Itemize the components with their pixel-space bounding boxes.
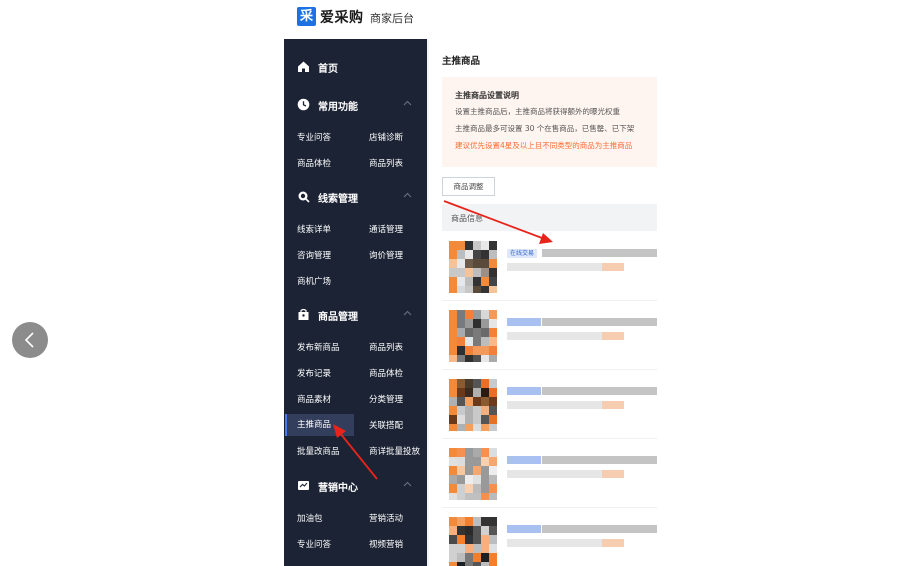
sidebar-item-consult-management[interactable]: 咨询管理 — [297, 245, 331, 267]
blurred-tag — [507, 387, 541, 395]
product-thumbnail — [449, 379, 497, 431]
page-title: 主推商品 — [442, 56, 481, 67]
sidebar-item-product-material[interactable]: 商品素材 — [297, 389, 331, 411]
blurred-product-text — [542, 525, 657, 533]
chevron-up-icon — [403, 481, 412, 487]
section-label: 商品管理 — [318, 312, 358, 323]
section-label: 常用功能 — [318, 102, 358, 113]
notice-line: 主推商品最多可设置 30 个在售商品，已售罄、已下架 — [455, 124, 635, 133]
blurred-product-text — [542, 249, 657, 257]
bag-icon — [298, 308, 309, 320]
clock-icon — [297, 98, 310, 111]
sidebar-item-video-marketing[interactable]: 视频营销 — [369, 534, 403, 556]
table-row[interactable] — [442, 442, 657, 508]
sidebar-item-call-management[interactable]: 通话管理 — [369, 219, 403, 241]
sidebar-item-home[interactable]: 首页 — [284, 56, 427, 78]
content-panel: 主推商品 主推商品设置说明 设置主推商品后，主推商品将获得额外的曝光权重 主推商… — [429, 39, 657, 566]
notice-box: 主推商品设置说明 设置主推商品后，主推商品将获得额外的曝光权重 主推商品最多可设… — [442, 77, 657, 167]
blurred-product-text — [542, 318, 657, 326]
sidebar-item-publish-records[interactable]: 发布记录 — [297, 363, 331, 385]
table-row[interactable] — [442, 373, 657, 439]
online-trade-tag: 在线交易 — [507, 249, 538, 258]
sidebar-section-products[interactable]: 商品管理 — [284, 304, 427, 326]
section-label: 营销中心 — [318, 483, 358, 494]
sidebar-item-product-list-2[interactable]: 商品列表 — [369, 337, 403, 359]
blurred-tag — [507, 525, 541, 533]
sidebar-item-product-check-2[interactable]: 商品体检 — [369, 363, 403, 385]
sidebar-item-batch-edit[interactable]: 批量改商品 — [297, 441, 340, 463]
table-header: 商品信息 — [442, 204, 657, 231]
blurred-product-text — [602, 401, 624, 409]
blurred-product-text — [602, 539, 624, 547]
blurred-product-text — [507, 332, 607, 340]
sidebar-item-featured-products[interactable]: 主推商品 — [285, 414, 354, 436]
brand-name: 爱采购 — [320, 10, 364, 26]
sidebar-item-marketing-activity[interactable]: 营销活动 — [369, 508, 403, 530]
table-row[interactable]: 在线交易 — [442, 235, 657, 301]
product-thumbnail — [449, 241, 497, 293]
sidebar-section-common[interactable]: 常用功能 — [284, 94, 427, 116]
blurred-product-text — [507, 263, 607, 271]
notice-title: 主推商品设置说明 — [455, 91, 519, 100]
sidebar-item-qa[interactable]: 专业问答 — [297, 127, 331, 149]
section-label: 线索管理 — [318, 194, 358, 205]
chevron-up-icon — [403, 192, 412, 198]
product-thumbnail — [449, 448, 497, 500]
notice-line: 设置主推商品后，主推商品将获得额外的曝光权重 — [455, 107, 620, 116]
notice-warning-line: 建议优先设置4星及以上且不同类型的商品为主推商品 — [455, 141, 633, 150]
sidebar-item-qa-2[interactable]: 专业问答 — [297, 534, 331, 556]
top-header: 采 爱采购 商家后台 — [284, 0, 657, 39]
table-header-product-info: 商品信息 — [451, 214, 483, 223]
home-icon — [298, 61, 309, 72]
blurred-product-text — [507, 539, 607, 547]
sidebar-item-inquiry-management[interactable]: 询价管理 — [369, 245, 403, 267]
blurred-tag — [507, 456, 541, 464]
product-thumbnail — [449, 310, 497, 362]
blurred-product-text — [602, 470, 624, 478]
sidebar-item-fuel-pack[interactable]: 加油包 — [297, 508, 323, 530]
sidebar-item-product-check[interactable]: 商品体检 — [297, 153, 331, 175]
blurred-product-text — [507, 470, 607, 478]
search-icon — [298, 191, 310, 203]
screen: 采 爱采购 商家后台 首页 常用功能 专业问答 店铺诊断 商品体检 商品列表 线… — [0, 0, 923, 566]
sidebar-item-category-management[interactable]: 分类管理 — [369, 389, 403, 411]
blurred-product-text — [542, 456, 657, 464]
sidebar-item-product-list[interactable]: 商品列表 — [369, 153, 403, 175]
chevron-up-icon — [403, 100, 412, 106]
sidebar-item-opportunity-square[interactable]: 商机广场 — [297, 271, 331, 293]
sidebar-item-related-match[interactable]: 关联搭配 — [369, 415, 403, 437]
sidebar: 首页 常用功能 专业问答 店铺诊断 商品体检 商品列表 线索管理 线索详单 通话… — [284, 39, 427, 566]
blurred-tag — [507, 318, 541, 326]
blurred-product-text — [602, 263, 624, 271]
header-subtitle: 商家后台 — [370, 12, 414, 25]
product-thumbnail — [449, 517, 497, 566]
chevron-left-icon — [24, 332, 34, 348]
sidebar-section-marketing[interactable]: 营销中心 — [284, 475, 427, 497]
sidebar-item-lead-details[interactable]: 线索详单 — [297, 219, 331, 241]
chart-icon — [298, 481, 309, 490]
chevron-up-icon — [403, 310, 412, 316]
table-row[interactable] — [442, 304, 657, 370]
sidebar-section-leads[interactable]: 线索管理 — [284, 186, 427, 208]
sidebar-home-label: 首页 — [318, 64, 338, 75]
sidebar-item-shop-diagnosis[interactable]: 店铺诊断 — [369, 127, 403, 149]
blurred-product-text — [542, 387, 657, 395]
blurred-product-text — [507, 401, 607, 409]
main-content: 主推商品 主推商品设置说明 设置主推商品后，主推商品将获得额外的曝光权重 主推商… — [427, 39, 657, 566]
product-adjust-button[interactable]: 商品调整 — [442, 177, 495, 196]
logo-icon: 采 — [297, 7, 316, 26]
blurred-product-text — [602, 332, 624, 340]
back-button[interactable] — [12, 322, 48, 358]
table-row[interactable] — [442, 511, 657, 566]
sidebar-item-batch-detail-delivery[interactable]: 商详批量投放 — [369, 441, 420, 463]
sidebar-item-publish-product[interactable]: 发布新商品 — [297, 337, 340, 359]
